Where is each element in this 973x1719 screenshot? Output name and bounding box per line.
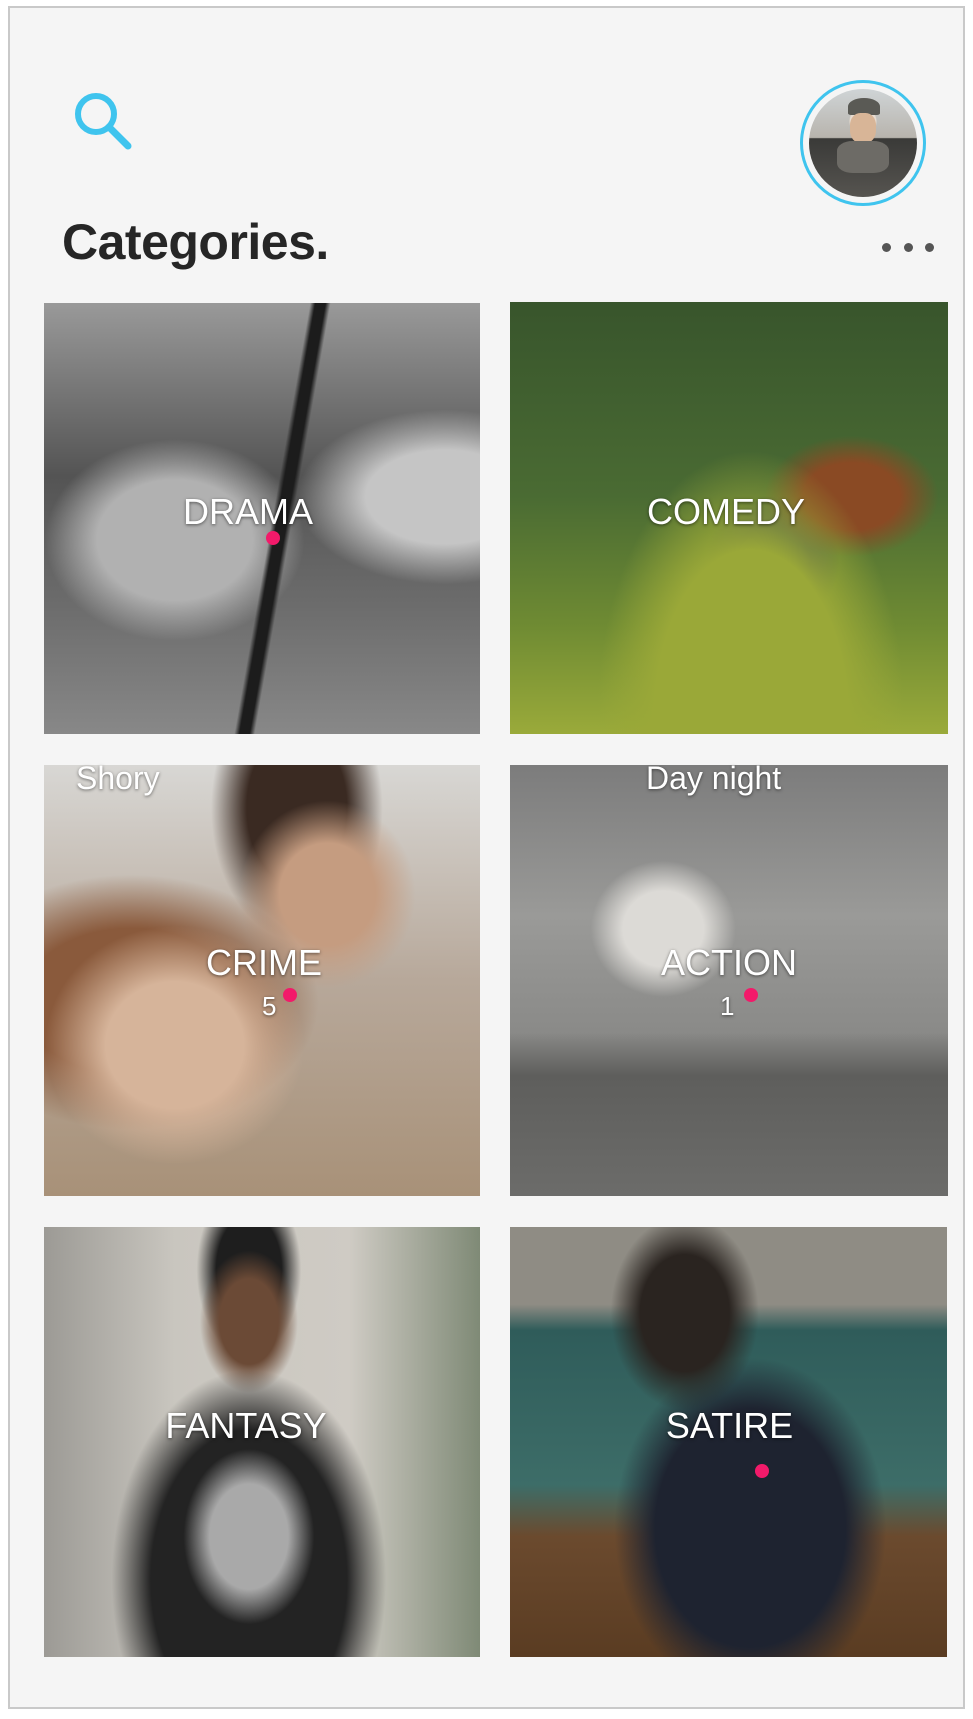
new-indicator-dot [744, 988, 758, 1002]
category-label: CRIME [206, 942, 322, 983]
category-label: COMEDY [646, 491, 805, 532]
page-title: Categories. [62, 214, 329, 270]
category-label: SATIRE [665, 1405, 794, 1446]
category-tile-comedy[interactable]: COMEDY [510, 302, 948, 734]
avatar-photo [809, 89, 917, 197]
category-count: 1 [720, 991, 735, 1021]
category-tile-satire[interactable]: SATIRE [510, 1227, 947, 1657]
search-icon[interactable] [72, 90, 138, 156]
category-tile-action[interactable]: ACTION 1 [510, 765, 948, 1196]
category-tile-crime[interactable]: CRIME 5 [44, 765, 480, 1196]
new-indicator-dot [283, 988, 297, 1002]
overlay-label-day-night: Day night [646, 760, 782, 796]
more-options-icon[interactable] [882, 238, 934, 256]
category-tile-drama[interactable]: DRAMA [44, 303, 480, 734]
category-tile-fantasy[interactable]: FANTASY [44, 1227, 480, 1657]
new-indicator-dot [755, 1464, 769, 1478]
category-label: ACTION [660, 942, 797, 983]
new-indicator-dot [266, 531, 280, 545]
app-screen: Categories. DRAMA COMEDY CRIME 5 ACTION … [8, 6, 965, 1709]
category-label: DRAMA [182, 491, 313, 532]
category-label: FANTASY [165, 1405, 327, 1446]
overlay-label-shory: Shory [76, 760, 160, 796]
profile-avatar[interactable] [800, 80, 926, 206]
category-count: 5 [262, 991, 277, 1021]
